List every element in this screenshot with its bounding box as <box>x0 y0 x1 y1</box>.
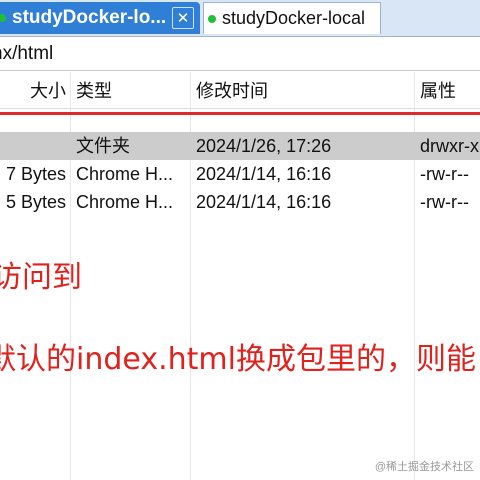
file-row[interactable]: 文件夹 2024/1/26, 17:26 drwxr-x <box>0 132 480 160</box>
file-size: 7 Bytes <box>5 164 66 184</box>
watermark: @稀土掘金技术社区 <box>374 461 474 473</box>
tab-label: studyDocker-local <box>222 8 366 28</box>
file-attributes: -rw-r-- <box>420 192 469 212</box>
file-modified: 2024/1/26, 17:26 <box>196 136 332 156</box>
file-type: Chrome H... <box>76 164 174 184</box>
file-modified: 2024/1/14, 16:16 <box>196 164 332 184</box>
column-header-size[interactable]: 大小 <box>0 72 66 108</box>
file-type: 文件夹 <box>76 136 130 156</box>
file-attributes: drwxr-x <box>420 136 479 156</box>
connected-status-icon <box>208 14 216 23</box>
file-type: Chrome H... <box>76 192 174 212</box>
file-size <box>0 132 66 160</box>
file-list-header: 大小 类型 修改时间 属性 <box>0 72 480 109</box>
close-icon[interactable]: ✕ <box>172 7 194 29</box>
path-bar <box>0 38 480 71</box>
file-row[interactable]: 5 Bytes Chrome H... 2024/1/14, 16:16 -rw… <box>0 188 480 216</box>
file-attributes: -rw-r-- <box>420 164 469 184</box>
remote-path-input[interactable] <box>0 41 470 67</box>
annotation-underline <box>0 112 480 115</box>
file-size: 5 Bytes <box>5 192 66 212</box>
column-header-type[interactable]: 类型 <box>76 72 112 108</box>
file-row[interactable]: 7 Bytes Chrome H... 2024/1/14, 16:16 -rw… <box>0 160 480 188</box>
column-header-modified[interactable]: 修改时间 <box>196 72 268 108</box>
tab-studydocker-local[interactable]: studyDocker-local <box>203 2 381 34</box>
annotation-text-line-2: 默认的index.html换成包里的，则能 <box>0 342 476 377</box>
annotation-text-line-1: 访问到 <box>0 260 82 295</box>
connected-status-icon <box>0 14 6 22</box>
column-header-attributes[interactable]: 属性 <box>420 72 456 108</box>
file-modified: 2024/1/14, 16:16 <box>196 192 332 212</box>
tab-label: studyDocker-lo... <box>12 7 167 28</box>
tab-studydocker-active[interactable]: studyDocker-lo... ✕ <box>0 2 200 34</box>
tab-bar: studyDocker-lo... ✕ studyDocker-local <box>0 0 480 37</box>
